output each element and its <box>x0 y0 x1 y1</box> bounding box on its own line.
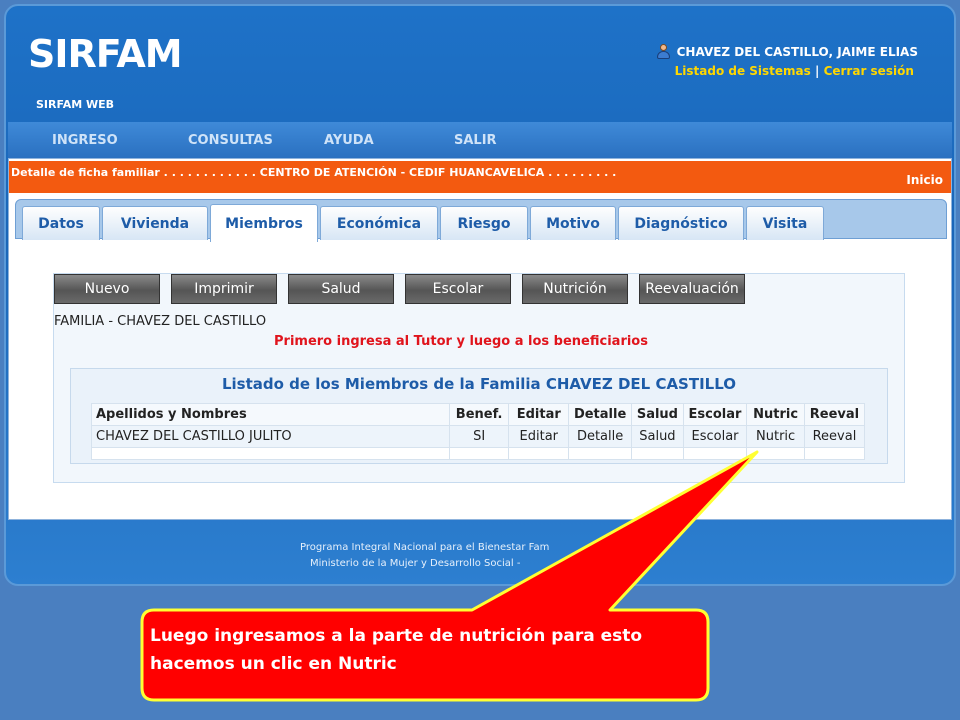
menu-salir[interactable]: SALIR <box>454 133 590 148</box>
breadcrumb: Detalle de ficha familiar . . . . . . . … <box>11 166 617 179</box>
health-link[interactable]: Salud <box>631 425 684 448</box>
nutric-link[interactable]: Nutric <box>746 425 805 448</box>
breadcrumb-bar: Detalle de ficha familiar . . . . . . . … <box>9 161 951 193</box>
home-link[interactable]: Inicio <box>906 173 943 187</box>
tab-bar: Datos Vivienda Miembros Económica Riesgo… <box>15 199 947 242</box>
col-header-benef: Benef. <box>448 403 510 426</box>
col-header-reeval: Reeval <box>803 403 866 426</box>
user-name: CHAVEZ DEL CASTILLO, JAIME ELIAS <box>676 45 918 59</box>
main-menu: INGRESO CONSULTAS AYUDA SALIR <box>8 122 952 158</box>
member-name: CHAVEZ DEL CASTILLO JULITO <box>91 425 450 448</box>
reeval-link[interactable]: Reeval <box>803 425 866 448</box>
logout-link[interactable]: Cerrar sesión <box>824 64 914 78</box>
nutrition-button[interactable]: Nutrición <box>522 274 628 304</box>
table-row: CHAVEZ DEL CASTILLO JULITO SI Editar Det… <box>91 425 866 448</box>
col-header-escolar: Escolar <box>682 403 748 426</box>
members-table: Apellidos y Nombres Benef. Editar Detall… <box>91 403 866 460</box>
edit-link[interactable]: Editar <box>508 425 570 448</box>
menu-ayuda[interactable]: AYUDA <box>324 133 454 148</box>
new-button[interactable]: Nuevo <box>54 274 160 304</box>
members-panel: Nuevo Imprimir Salud Escolar Nutrición R… <box>53 273 905 483</box>
col-header-nutric: Nutric <box>746 403 805 426</box>
print-button[interactable]: Imprimir <box>171 274 277 304</box>
tab-motivo[interactable]: Motivo <box>530 206 616 240</box>
user-icon <box>655 44 671 60</box>
school-button[interactable]: Escolar <box>405 274 511 304</box>
systems-list-link[interactable]: Listado de Sistemas <box>675 64 811 78</box>
family-label: FAMILIA - CHAVEZ DEL CASTILLO <box>54 314 267 329</box>
footer-line-1: Programa Integral Nacional para el Biene… <box>300 542 550 553</box>
col-header-detalle: Detalle <box>568 403 633 426</box>
footer: Programa Integral Nacional para el Biene… <box>300 540 549 572</box>
detail-link[interactable]: Detalle <box>568 425 633 448</box>
user-links: Listado de Sistemas | Cerrar sesión <box>675 64 918 78</box>
app-logo: SIRFAM <box>28 32 183 76</box>
col-header-names: Apellidos y Nombres <box>91 403 450 426</box>
content-panel: Detalle de ficha familiar . . . . . . . … <box>8 158 952 520</box>
tab-riesgo[interactable]: Riesgo <box>440 206 528 240</box>
menu-ingreso[interactable]: INGRESO <box>52 133 188 148</box>
members-table-box: Listado de los Miembros de la Familia CH… <box>70 368 888 464</box>
tab-vivienda[interactable]: Vivienda <box>102 206 208 240</box>
reevaluation-button[interactable]: Reevaluación <box>639 274 745 304</box>
health-button[interactable]: Salud <box>288 274 394 304</box>
user-area: CHAVEZ DEL CASTILLO, JAIME ELIAS Listado… <box>655 44 918 78</box>
warning-message: Primero ingresa al Tutor y luego a los b… <box>274 334 648 349</box>
callout-text: Luego ingresamos a la parte de nutrición… <box>150 626 643 674</box>
col-header-salud: Salud <box>631 403 684 426</box>
tab-economica[interactable]: Económica <box>320 206 438 240</box>
school-link[interactable]: Escolar <box>682 425 748 448</box>
link-separator: | <box>814 64 820 78</box>
member-benef: SI <box>448 425 510 448</box>
footer-line-2: Ministerio de la Mujer y Desarrollo Soci… <box>310 558 521 569</box>
tab-miembros[interactable]: Miembros <box>210 204 318 242</box>
table-spacer-row <box>91 447 866 460</box>
menu-consultas[interactable]: CONSULTAS <box>188 133 324 148</box>
members-table-title: Listado de los Miembros de la Familia CH… <box>221 375 737 393</box>
app-subtitle: SIRFAM WEB <box>36 98 115 111</box>
tab-visita[interactable]: Visita <box>746 206 824 240</box>
table-header-row: Apellidos y Nombres Benef. Editar Detall… <box>91 403 866 426</box>
col-header-editar: Editar <box>508 403 570 426</box>
tab-datos[interactable]: Datos <box>22 206 100 240</box>
tab-diagnostico[interactable]: Diagnóstico <box>618 206 744 240</box>
user-name-row: CHAVEZ DEL CASTILLO, JAIME ELIAS <box>655 44 918 60</box>
